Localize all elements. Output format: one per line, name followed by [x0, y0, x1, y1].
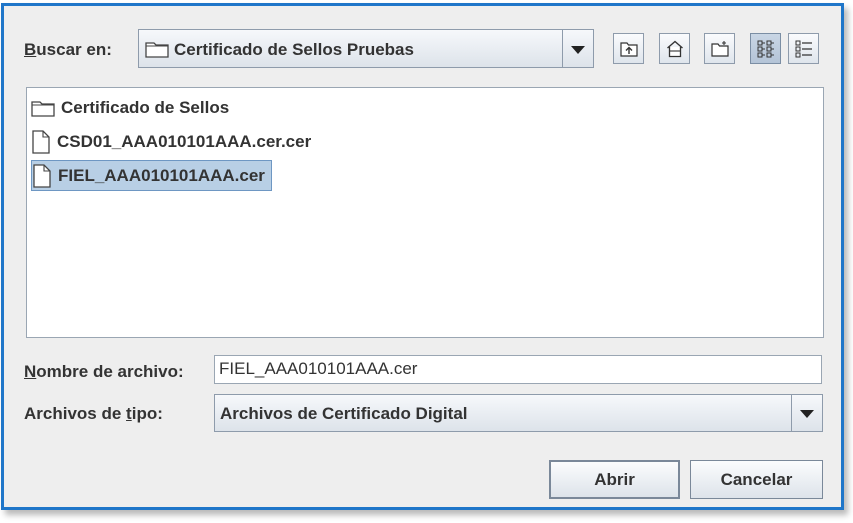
folder-icon [145, 42, 169, 58]
file-name-input[interactable]: FIEL_AAA010101AAA.cer [214, 355, 822, 384]
file-name: Certificado de Sellos [61, 97, 230, 117]
file-list[interactable]: Certificado de Sellos CSD01_AAA010101AAA… [26, 87, 824, 338]
file-name-value: FIEL_AAA010101AAA.cer [219, 359, 418, 378]
up-folder-icon [620, 42, 638, 57]
chevron-down-icon[interactable] [562, 30, 593, 67]
home-button[interactable] [659, 33, 690, 64]
file-icon [33, 163, 51, 188]
cancel-button[interactable]: Cancelar [690, 460, 823, 499]
file-type-combobox[interactable]: Archivos de Certificado Digital [214, 394, 823, 432]
file-name: FIEL_AAA010101AAA.cer [58, 165, 265, 185]
file-chooser-dialog: Buscar en: Certificado de Sellos Pruebas [1, 3, 844, 510]
file-type-label: Archivos de tipo: [24, 404, 163, 423]
file-name: CSD01_AAA010101AAA.cer.cer [57, 131, 312, 151]
list-item-folder[interactable]: Certificado de Sellos [31, 92, 229, 123]
file-type-value: Archivos de Certificado Digital [220, 404, 468, 423]
details-view-icon [795, 40, 812, 58]
file-name-label: Nombre de archivo: [24, 362, 184, 381]
new-folder-button[interactable] [704, 33, 735, 64]
list-item-file-selected[interactable]: FIEL_AAA010101AAA.cer [31, 160, 272, 191]
open-button[interactable]: Abrir [549, 460, 680, 499]
list-view-icon [757, 40, 774, 58]
file-icon [32, 129, 50, 154]
list-item-file[interactable]: CSD01_AAA010101AAA.cer.cer [31, 126, 311, 157]
details-view-button[interactable] [788, 33, 819, 64]
new-folder-icon [711, 41, 729, 57]
home-icon [667, 40, 683, 58]
up-one-level-button[interactable] [613, 33, 644, 64]
look-in-label: Buscar en: [24, 40, 112, 59]
look-in-combobox[interactable]: Certificado de Sellos Pruebas [138, 29, 594, 68]
chevron-down-icon[interactable] [791, 395, 822, 431]
look-in-value: Certificado de Sellos Pruebas [174, 40, 414, 59]
list-view-button[interactable] [750, 33, 781, 64]
folder-icon [31, 100, 55, 117]
